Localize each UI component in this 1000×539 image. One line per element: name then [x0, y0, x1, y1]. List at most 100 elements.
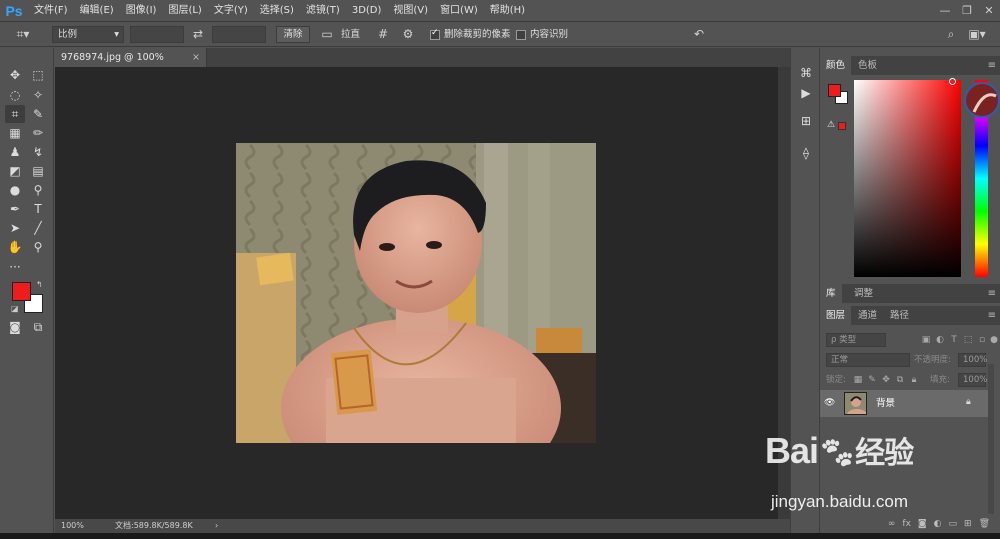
height-field[interactable]: [212, 26, 266, 43]
panel-menu-icon[interactable]: ≡: [988, 306, 996, 325]
more-tools-icon[interactable]: ···: [5, 258, 25, 276]
ratio-select[interactable]: 比例 ▾: [52, 26, 124, 43]
eraser-tool-icon[interactable]: ◩: [5, 162, 25, 180]
blend-mode-select[interactable]: 正常: [826, 353, 910, 367]
minimize-button[interactable]: —: [934, 0, 956, 21]
menu-view[interactable]: 视图(V): [387, 0, 434, 21]
tab-layers[interactable]: 图层: [820, 306, 852, 325]
layer-style-icon[interactable]: fx: [902, 519, 911, 529]
adjustment-layer-icon[interactable]: ◐: [934, 519, 942, 529]
document-tab[interactable]: 9768974.jpg @ 100%(RGB/8#) * ×: [55, 48, 207, 82]
close-icon[interactable]: ×: [192, 48, 200, 67]
menu-3d[interactable]: 3D(D): [346, 0, 388, 21]
crop-tool-icon[interactable]: ⌗: [5, 105, 25, 123]
stamp-tool-icon[interactable]: ♟: [5, 143, 25, 161]
filter-type-icon[interactable]: T: [948, 334, 960, 346]
filter-toggle-icon[interactable]: ●: [988, 334, 1000, 346]
delete-layer-icon[interactable]: 🗑︎: [979, 519, 990, 529]
reset-icon[interactable]: ↶: [690, 26, 708, 43]
gradient-tool-icon[interactable]: ▤: [28, 162, 48, 180]
new-group-icon[interactable]: ▭: [949, 519, 958, 529]
menu-file[interactable]: 文件(F): [28, 0, 74, 21]
clear-button[interactable]: 清除: [276, 26, 310, 43]
filter-adjustment-icon[interactable]: ◐: [934, 334, 946, 346]
menu-layer[interactable]: 图层(L): [162, 0, 207, 21]
brush-tool-icon[interactable]: ✏: [28, 124, 48, 142]
color-panel-foreground-swatch[interactable]: [828, 84, 841, 97]
menu-edit[interactable]: 编辑(E): [74, 0, 120, 21]
filter-shape-icon[interactable]: ⬚: [962, 334, 974, 346]
close-button[interactable]: ✕: [978, 0, 1000, 21]
line-tool-icon[interactable]: ╱: [28, 219, 48, 237]
layer-row[interactable]: 👁︎ 背景 🔒︎: [820, 390, 988, 417]
tab-swatches[interactable]: 色板: [852, 56, 883, 75]
zoom-level[interactable]: 100%: [61, 519, 84, 533]
lock-artboard-icon[interactable]: ⧉: [894, 374, 906, 386]
screen-mode-icon[interactable]: ⧉: [28, 318, 48, 336]
status-menu-arrow-icon[interactable]: ›: [215, 519, 218, 533]
search-icon[interactable]: ⌕: [942, 26, 960, 43]
eyedropper-tool-icon[interactable]: ✎: [28, 105, 48, 123]
pen-tool-icon[interactable]: ✒: [5, 200, 25, 218]
fill-field[interactable]: 100%: [958, 373, 987, 387]
history-panel-icon[interactable]: ⌘: [797, 64, 815, 82]
dodge-tool-icon[interactable]: ⚲: [28, 181, 48, 199]
lock-icon[interactable]: 🔒︎: [966, 397, 971, 407]
workspace-icon[interactable]: ▣▾: [966, 26, 988, 43]
tab-paths[interactable]: 路径: [884, 306, 915, 325]
menu-help[interactable]: 帮助(H): [484, 0, 531, 21]
overlay-grid-icon[interactable]: #: [374, 26, 392, 43]
canvas-area[interactable]: [55, 67, 778, 519]
swap-colors-icon[interactable]: ↰: [36, 280, 43, 289]
layer-kind-filter[interactable]: ρ 类型: [826, 333, 886, 347]
add-mask-icon[interactable]: ◙: [918, 519, 927, 529]
actions-play-icon[interactable]: ▶: [797, 84, 815, 102]
paths-panel-icon[interactable]: ⟠: [797, 144, 815, 162]
move-tool-icon[interactable]: ✥: [5, 66, 25, 84]
menu-window[interactable]: 窗口(W): [434, 0, 484, 21]
magic-wand-tool-icon[interactable]: ✧: [28, 86, 48, 104]
menu-type[interactable]: 文字(Y): [208, 0, 254, 21]
straighten-icon[interactable]: ▭: [318, 26, 336, 43]
path-select-tool-icon[interactable]: ➤: [5, 219, 25, 237]
lock-transparent-icon[interactable]: ▦: [852, 374, 864, 386]
gear-icon[interactable]: ⚙: [399, 26, 417, 43]
blur-tool-icon[interactable]: ●: [5, 181, 25, 199]
quick-mask-icon[interactable]: ◙: [5, 318, 25, 336]
visibility-eye-icon[interactable]: 👁︎: [824, 398, 835, 408]
straighten-label[interactable]: 拉直: [341, 26, 365, 43]
menu-select[interactable]: 选择(S): [254, 0, 300, 21]
crop-tool-preset-icon[interactable]: ⌗▾: [10, 26, 36, 43]
lock-pixels-icon[interactable]: ✎: [866, 374, 878, 386]
history-brush-tool-icon[interactable]: ↯: [28, 143, 48, 161]
gamut-swatch[interactable]: [838, 122, 846, 130]
type-tool-icon[interactable]: T: [28, 200, 48, 218]
healing-tool-icon[interactable]: ▦: [5, 124, 25, 142]
filter-pixel-icon[interactable]: ▣: [920, 334, 932, 346]
zoom-tool-icon[interactable]: ⚲: [28, 238, 48, 256]
lock-all-icon[interactable]: 🔒︎: [908, 374, 920, 386]
link-layers-icon[interactable]: ∞: [888, 519, 896, 529]
lock-position-icon[interactable]: ✥: [880, 374, 892, 386]
menu-filter[interactable]: 滤镜(T): [300, 0, 346, 21]
properties-panel-icon[interactable]: ⊞: [797, 112, 815, 130]
tab-channels[interactable]: 通道: [852, 306, 883, 325]
marquee-tool-icon[interactable]: ⬚: [28, 66, 48, 84]
hand-tool-icon[interactable]: ✋: [5, 238, 25, 256]
restore-button[interactable]: ❐: [956, 0, 978, 21]
panel-menu-icon[interactable]: ≡: [988, 284, 996, 303]
opacity-field[interactable]: 100%: [958, 353, 987, 367]
width-field[interactable]: [130, 26, 184, 43]
content-aware-checkbox[interactable]: [516, 30, 526, 40]
default-colors-icon[interactable]: ◪: [11, 304, 19, 313]
document-image[interactable]: [236, 143, 596, 443]
panel-menu-icon[interactable]: ≡: [988, 56, 996, 75]
color-picker-cursor[interactable]: [949, 78, 956, 85]
color-picker-field[interactable]: [854, 80, 961, 277]
foreground-color-swatch[interactable]: [12, 282, 31, 301]
menu-image[interactable]: 图像(I): [120, 0, 163, 21]
new-layer-icon[interactable]: ⊞: [964, 519, 972, 529]
filter-smart-icon[interactable]: ▫: [976, 334, 988, 346]
lasso-tool-icon[interactable]: ◌: [5, 86, 25, 104]
delete-cropped-checkbox[interactable]: [430, 28, 440, 40]
